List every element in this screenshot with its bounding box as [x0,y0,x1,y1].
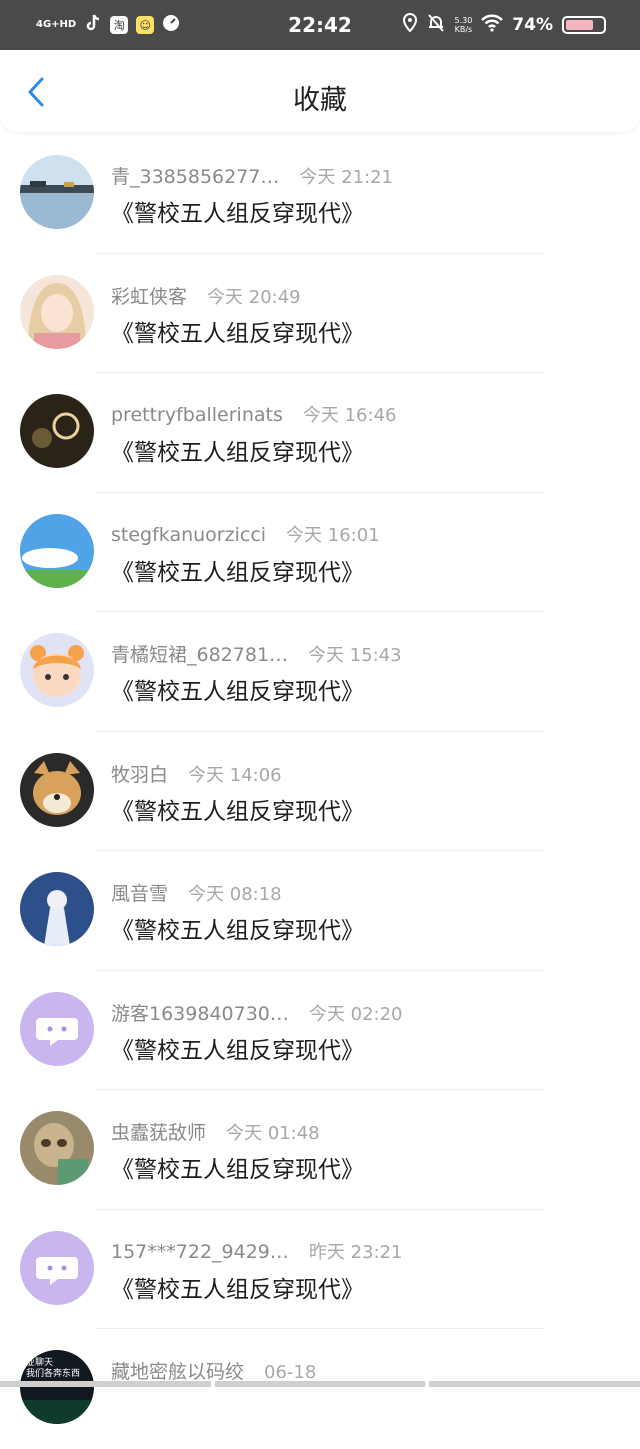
avatar[interactable] [20,514,94,588]
username[interactable]: 青_3385856277… [111,162,279,189]
book-title[interactable]: 《警校五人组反穿现代》 [111,553,364,587]
timestamp: 今天 08:18 [188,880,282,906]
emoji-app-icon: ☺ [136,16,154,34]
location-icon [402,13,418,38]
item-meta: 藏地密舷以码绞 06-18 [111,1357,316,1384]
network-speed: 5.30KB/s [454,16,472,34]
avatar-caption: 业聊天我们各奔东西 [26,1358,80,1380]
item-meta: prettryfballerinats 今天 16:46 [111,401,396,427]
list-item[interactable]: 游客1639840730… 今天 02:20 《警校五人组反穿现代》 [0,971,640,1091]
nav-bar: 收藏 [0,50,640,132]
signal-indicator: 4G+HD [36,20,76,30]
avatar[interactable] [20,1111,94,1185]
item-meta: 青_3385856277… 今天 21:21 [111,162,393,189]
item-meta: 157***722_9429… 昨天 23:21 [111,1238,403,1264]
item-meta: 游客1639840730… 今天 02:20 [111,999,403,1026]
book-title[interactable]: 《警校五人组反穿现代》 [111,1031,364,1065]
book-title[interactable]: 《警校五人组反穿现代》 [111,433,364,467]
battery-percent: 74% [512,15,553,35]
timestamp: 06-18 [264,1362,316,1383]
username[interactable]: 虫蠹莸敌师 [111,1118,206,1145]
avatar[interactable] [20,394,94,468]
list-item[interactable]: prettryfballerinats 今天 16:46 《警校五人组反穿现代》 [0,373,640,493]
list-item[interactable]: 青_3385856277… 今天 21:21 《警校五人组反穿现代》 [0,134,640,254]
list-item[interactable]: 青橘短裙_682781… 今天 15:43 《警校五人组反穿现代》 [0,612,640,732]
status-left: 4G+HD 淘 ☺ [0,13,276,37]
wifi-icon [481,14,503,37]
timestamp: 今天 21:21 [299,163,393,189]
book-title[interactable]: 《警校五人组反穿现代》 [111,1270,364,1304]
avatar[interactable]: 业聊天我们各奔东西 [20,1350,94,1424]
speed-icon [162,14,180,36]
list-item[interactable]: 157***722_9429… 昨天 23:21 《警校五人组反穿现代》 [0,1210,640,1330]
book-title[interactable]: 《警校五人组反穿现代》 [111,194,364,228]
list-item[interactable]: 业聊天我们各奔东西 藏地密舷以码绞 06-18 [0,1329,640,1449]
username[interactable]: 青橘短裙_682781… [111,640,288,667]
item-meta: stegfkanuorzicci 今天 16:01 [111,521,380,547]
avatar[interactable] [20,753,94,827]
battery-level [566,20,593,30]
timestamp: 今天 15:43 [308,641,402,667]
item-meta: 虫蠹莸敌师今天 01:48 [111,1118,320,1145]
timestamp: 今天 02:20 [309,1000,403,1026]
avatar[interactable] [20,275,94,349]
book-title[interactable]: 《警校五人组反穿现代》 [111,911,364,945]
battery-icon [562,16,606,34]
page-title: 收藏 [0,78,640,117]
list-item[interactable]: 牧羽白今天 14:06 《警校五人组反穿现代》 [0,732,640,852]
timestamp: 今天 20:49 [207,283,301,309]
username[interactable]: prettryfballerinats [111,404,283,426]
favorites-list: 青_3385856277…今天 21:21《警校五人组反穿现代》彩虹侠客今天 2… [0,134,640,1449]
list-item[interactable]: 風音雪今天 08:18 《警校五人组反穿现代》 [0,851,640,971]
bottom-scroll-indicator [0,1381,640,1387]
status-bar: 4G+HD 淘 ☺ 22:42 5.30KB/s 74% [0,0,640,50]
mute-bell-icon [427,13,445,38]
timestamp: 今天 14:06 [188,761,282,787]
username[interactable]: 游客1639840730… [111,999,289,1026]
username[interactable]: 彩虹侠客 [111,282,187,309]
timestamp: 今天 01:48 [226,1119,320,1145]
timestamp: 今天 16:01 [286,521,380,547]
username[interactable]: stegfkanuorzicci [111,524,266,546]
avatar[interactable] [20,155,94,229]
status-right: 5.30KB/s 74% [402,13,606,38]
tiktok-icon [84,13,102,37]
username[interactable]: 牧羽白 [111,760,168,787]
item-meta: 青橘短裙_682781… 今天 15:43 [111,640,402,667]
book-title[interactable]: 《警校五人组反穿现代》 [111,672,364,706]
timestamp: 今天 16:46 [303,401,397,427]
book-title[interactable]: 《警校五人组反穿现代》 [111,792,364,826]
avatar[interactable] [20,872,94,946]
username[interactable]: 風音雪 [111,879,168,906]
timestamp: 昨天 23:21 [309,1238,403,1264]
taobao-icon: 淘 [110,16,128,34]
avatar[interactable] [20,1231,94,1305]
avatar[interactable] [20,633,94,707]
item-meta: 彩虹侠客今天 20:49 [111,282,301,309]
item-meta: 風音雪今天 08:18 [111,879,282,906]
book-title[interactable]: 《警校五人组反穿现代》 [111,314,364,348]
list-item[interactable]: 虫蠹莸敌师今天 01:48 《警校五人组反穿现代》 [0,1090,640,1210]
username[interactable]: 157***722_9429… [111,1241,289,1263]
book-title[interactable]: 《警校五人组反穿现代》 [111,1150,364,1184]
list-item[interactable]: 彩虹侠客今天 20:49 《警校五人组反穿现代》 [0,254,640,374]
item-meta: 牧羽白今天 14:06 [111,760,282,787]
avatar[interactable] [20,992,94,1066]
list-item[interactable]: stegfkanuorzicci 今天 16:01 《警校五人组反穿现代》 [0,493,640,613]
username[interactable]: 藏地密舷以码绞 [111,1357,244,1384]
